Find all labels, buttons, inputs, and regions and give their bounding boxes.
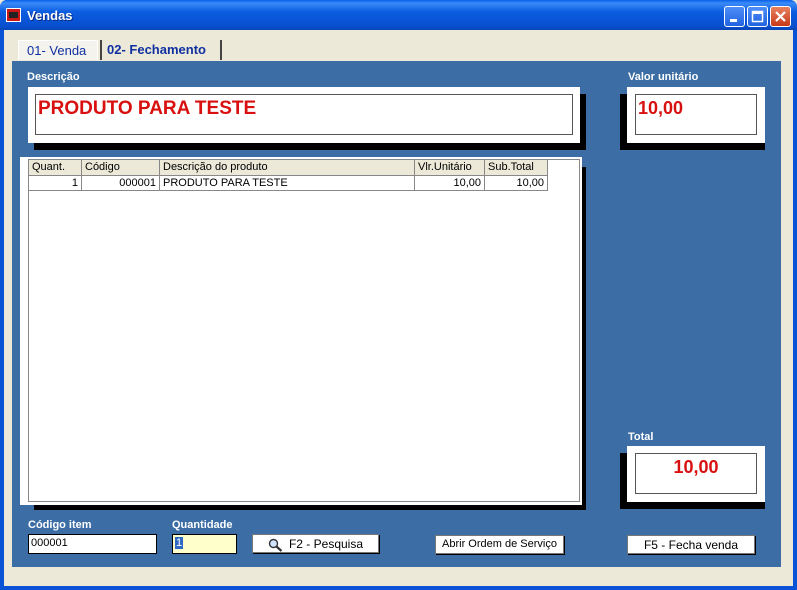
maximize-icon [751, 10, 764, 23]
app-icon [6, 8, 21, 22]
tab-venda-label: 01- Venda [27, 43, 87, 58]
minimize-icon [730, 19, 737, 22]
cell-sub-total: 10,00 [485, 176, 548, 191]
close-button[interactable] [770, 6, 791, 27]
total-value: 10,00 [673, 457, 719, 477]
title-bar[interactable]: Vendas [0, 0, 797, 30]
col-header-codigo[interactable]: Código [82, 160, 160, 176]
search-icon [268, 538, 283, 552]
tab-venda[interactable]: 01- Venda [18, 40, 98, 60]
pesquisa-label: F2 - Pesquisa [288, 537, 364, 551]
total-label: Total [628, 431, 654, 443]
codigo-item-input[interactable]: 000001 [28, 534, 157, 554]
minimize-button[interactable] [724, 6, 745, 27]
descricao-label: Descrição [27, 71, 80, 83]
window-title: Vendas [27, 8, 73, 23]
fecha-venda-button[interactable]: F5 - Fecha venda [627, 535, 755, 554]
quantidade-label: Quantidade [172, 519, 233, 531]
codigo-item-label: Código item [28, 519, 92, 531]
quantidade-input[interactable]: 1 [172, 534, 237, 554]
col-header-descricao[interactable]: Descrição do produto [160, 160, 415, 176]
close-icon [775, 11, 786, 22]
maximize-button[interactable] [747, 6, 768, 27]
valor-unitario-value: 10,00 [638, 98, 684, 118]
codigo-item-value: 000001 [31, 537, 68, 549]
cell-vlr-unitario: 10,00 [415, 176, 485, 191]
tab-fechamento[interactable]: 02- Fechamento [100, 40, 222, 60]
cell-quant: 1 [29, 176, 82, 191]
quantidade-value: 1 [175, 537, 184, 549]
descricao-value: PRODUTO PARA TESTE [38, 98, 257, 119]
pesquisa-button[interactable]: F2 - Pesquisa [252, 534, 379, 553]
col-header-quant[interactable]: Quant. [29, 160, 82, 176]
ordem-servico-label: Abrir Ordem de Serviço [442, 538, 557, 550]
cell-codigo: 000001 [82, 176, 160, 191]
col-header-vlr-unitario[interactable]: Vlr.Unitário [415, 160, 485, 176]
valor-unitario-label: Valor unitário [628, 71, 699, 83]
tab-fechamento-label: 02- Fechamento [107, 42, 206, 57]
cell-descricao: PRODUTO PARA TESTE [160, 176, 415, 191]
col-header-sub-total[interactable]: Sub.Total [485, 160, 548, 176]
items-grid[interactable]: Quant. Código Descrição do produto Vlr.U… [28, 159, 580, 502]
ordem-servico-button[interactable]: Abrir Ordem de Serviço [435, 535, 564, 554]
fecha-venda-label: F5 - Fecha venda [643, 538, 739, 552]
